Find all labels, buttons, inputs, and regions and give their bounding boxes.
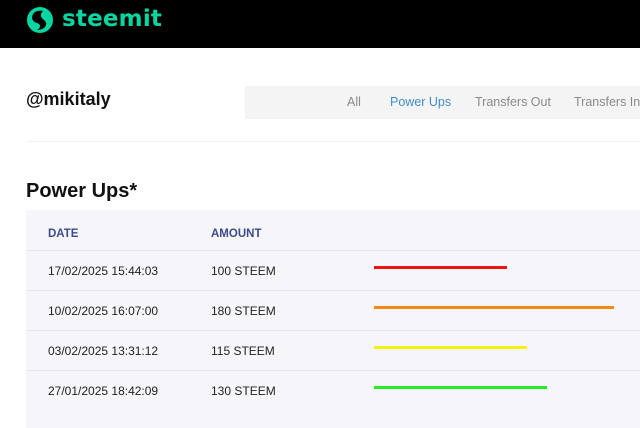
table-row: 27/01/2025 18:42:09 130 STEEM <box>26 370 640 410</box>
row-date: 03/02/2025 13:31:12 <box>48 344 159 358</box>
row-amount: 130 STEEM <box>211 384 276 398</box>
profile-username: @mikitaly <box>26 89 111 109</box>
amount-bar <box>374 346 527 349</box>
tab-transfers-out[interactable]: Transfers Out <box>475 95 551 109</box>
table-row: 10/02/2025 16:07:00 180 STEEM <box>26 290 640 330</box>
top-bar: steemit <box>0 0 640 48</box>
row-amount: 115 STEEM <box>211 344 275 358</box>
row-amount: 180 STEEM <box>211 304 276 318</box>
amount-bar <box>374 306 614 309</box>
divider <box>26 141 640 142</box>
amount-bar <box>374 386 547 389</box>
table-row: 17/02/2025 15:44:03 100 STEEM <box>26 250 640 290</box>
brand-name[interactable]: steemit <box>62 6 162 32</box>
tab-transfers-in[interactable]: Transfers In <box>574 95 640 109</box>
power-ups-table: DATE AMOUNT 17/02/2025 15:44:03 100 STEE… <box>26 210 640 428</box>
column-header-date: DATE <box>48 228 79 240</box>
row-date: 27/01/2025 18:42:09 <box>48 384 159 398</box>
column-header-amount: AMOUNT <box>211 228 262 240</box>
tab-all[interactable]: All <box>347 95 361 109</box>
steemit-logo-icon[interactable] <box>26 6 54 34</box>
wallet-tabs: All Power Ups Transfers Out Transfers In <box>245 86 640 119</box>
row-date: 10/02/2025 16:07:00 <box>48 304 159 318</box>
tab-power-ups[interactable]: Power Ups <box>390 95 451 109</box>
section-title: Power Ups* <box>26 180 138 202</box>
row-date: 17/02/2025 15:44:03 <box>48 264 159 278</box>
amount-bar <box>374 266 507 269</box>
row-amount: 100 STEEM <box>211 264 276 278</box>
table-row: 03/02/2025 13:31:12 115 STEEM <box>26 330 640 370</box>
